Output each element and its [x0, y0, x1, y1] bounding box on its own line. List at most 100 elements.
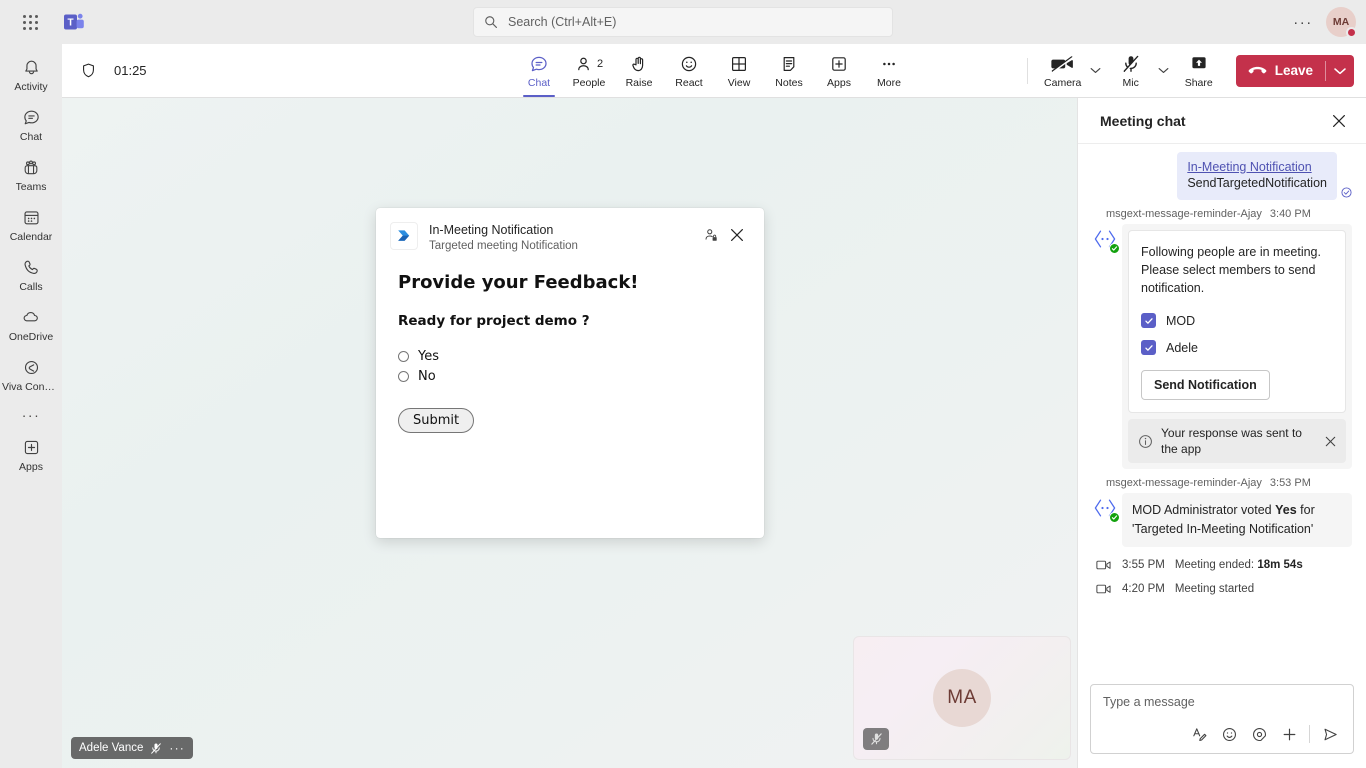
radio-button[interactable] [398, 370, 409, 382]
chat-panel-header: Meeting chat [1078, 98, 1366, 144]
radio-option-no[interactable]: No [398, 366, 742, 386]
plus-box-icon [829, 53, 849, 75]
meeting-timer: 01:25 [114, 63, 147, 78]
meeting-control-react[interactable]: React [664, 45, 714, 97]
sidebar-item-apps[interactable]: Apps [2, 430, 60, 477]
system-time: 3:55 PM [1122, 559, 1165, 571]
emoji-icon[interactable] [1216, 721, 1242, 747]
dialog-app-meta: In-Meeting Notification Targeted meeting… [429, 222, 698, 254]
adaptive-card-content: Following people are in meeting. Please … [1128, 230, 1346, 413]
close-icon[interactable] [1326, 108, 1352, 134]
toast-text: Your response was sent to the app [1161, 426, 1302, 456]
plus-icon[interactable] [1276, 721, 1302, 747]
camera-chevron-down-icon[interactable] [1088, 51, 1104, 91]
meeting-controls: Chat 2 People Raise React View Notes App… [514, 45, 914, 97]
leave-label: Leave [1274, 63, 1313, 78]
meeting-toolbar-right: Camera Mic Share Leave [1019, 45, 1354, 97]
checkbox-adele[interactable]: Adele [1141, 340, 1333, 355]
meeting-stage: Adele Vance ··· MA In-Meeting Notificati… [62, 98, 1078, 768]
bell-icon [22, 56, 41, 78]
send-icon[interactable] [1317, 721, 1343, 747]
message-input-placeholder[interactable]: Type a message [1103, 695, 1343, 709]
app-launcher-button[interactable] [10, 2, 50, 42]
mic-toggle-button[interactable]: Mic [1106, 45, 1156, 97]
chat-composer-area: Type a message [1078, 676, 1366, 768]
dialog-app-subtitle: Targeted meeting Notification [429, 240, 578, 252]
control-label: More [877, 76, 901, 89]
card-text: Following people are in meeting. Please … [1141, 245, 1321, 295]
radio-option-yes[interactable]: Yes [398, 346, 742, 366]
camera-toggle-button[interactable]: Camera [1038, 45, 1088, 97]
meeting-control-chat[interactable]: Chat [514, 45, 564, 97]
sticker-icon[interactable] [1246, 721, 1272, 747]
participant-video-tile[interactable]: MA [853, 636, 1071, 760]
top-more-button[interactable]: ··· [1288, 7, 1318, 37]
sidebar-label: Calls [19, 281, 43, 293]
avatar-initials: MA [947, 687, 977, 708]
shield-icon[interactable] [76, 59, 100, 83]
app-icon [390, 222, 418, 250]
close-icon[interactable] [724, 222, 750, 248]
leave-main-action[interactable]: Leave [1236, 55, 1325, 87]
search-container: Search (Ctrl+Alt+E) [473, 7, 893, 37]
mic-off-icon [1121, 53, 1141, 75]
sidebar-label: Calendar [9, 231, 53, 243]
speaker-more-button[interactable]: ··· [169, 741, 185, 755]
composer-toolbar [1103, 721, 1343, 747]
meeting-control-apps[interactable]: Apps [814, 45, 864, 97]
checkbox-checked-icon[interactable] [1141, 313, 1156, 328]
control-label: Camera [1044, 76, 1082, 89]
sidebar-item-calls[interactable]: Calls [2, 250, 60, 297]
user-avatar[interactable]: MA [1326, 7, 1357, 38]
sidebar-item-chat[interactable]: Chat [2, 100, 60, 147]
message-bubble: In-Meeting Notification SendTargetedNoti… [1177, 152, 1337, 200]
close-icon[interactable] [1320, 431, 1340, 451]
app-permissions-button[interactable] [698, 222, 724, 248]
message-link[interactable]: In-Meeting Notification [1187, 160, 1327, 174]
send-notification-button[interactable]: Send Notification [1141, 370, 1270, 400]
response-toast: Your response was sent to the app [1128, 419, 1346, 463]
camera-off-icon [1051, 53, 1075, 75]
plus-box-icon [22, 436, 41, 458]
checkbox-checked-icon[interactable] [1141, 340, 1156, 355]
meeting-control-more[interactable]: More [864, 45, 914, 97]
message-meta: msgext-message-reminder-Ajay 3:53 PM [1106, 477, 1352, 489]
checkbox-mod[interactable]: MOD [1141, 313, 1333, 328]
chat-message-outgoing: In-Meeting Notification SendTargetedNoti… [1092, 152, 1352, 200]
radio-button[interactable] [398, 350, 409, 362]
leave-meeting-button[interactable]: Leave [1235, 54, 1354, 87]
meeting-control-view[interactable]: View [714, 45, 764, 97]
format-icon[interactable] [1186, 721, 1212, 747]
active-speaker-pill[interactable]: Adele Vance ··· [71, 737, 193, 759]
meeting-control-people[interactable]: 2 People [564, 45, 614, 97]
sidebar-item-calendar[interactable]: Calendar [2, 200, 60, 247]
submit-button[interactable]: Submit [398, 408, 475, 433]
chat-message-incoming: MOD Administrator voted Yes for 'Targete… [1092, 493, 1352, 547]
sidebar-item-viva-connections[interactable]: Viva Conne… [2, 350, 60, 397]
emoji-icon [679, 53, 699, 75]
control-label: Chat [527, 76, 551, 89]
bot-avatar [1092, 495, 1120, 523]
active-tab-indicator [523, 94, 555, 97]
cloud-icon [21, 306, 41, 328]
calendar-icon [22, 206, 41, 228]
video-icon [1096, 583, 1112, 595]
sidebar-item-onedrive[interactable]: OneDrive [2, 300, 60, 347]
avatar: MA [933, 669, 991, 727]
sidebar-item-teams[interactable]: Teams [2, 150, 60, 197]
leave-chevron-down-icon[interactable] [1326, 55, 1354, 87]
mic-control-group: Mic [1106, 45, 1172, 97]
dialog-body: Provide your Feedback! Ready for project… [376, 254, 764, 433]
mic-chevron-down-icon[interactable] [1156, 51, 1172, 91]
chat-messages-list[interactable]: In-Meeting Notification SendTargetedNoti… [1078, 144, 1366, 676]
presence-badge-available [1109, 512, 1120, 523]
sidebar-item-activity[interactable]: Activity [2, 50, 60, 97]
message-composer[interactable]: Type a message [1090, 684, 1354, 754]
checkbox-label: MOD [1166, 313, 1196, 328]
meeting-control-raise-hand[interactable]: Raise [614, 45, 664, 97]
search-input[interactable]: Search (Ctrl+Alt+E) [473, 7, 893, 37]
share-button[interactable]: Share [1174, 45, 1224, 97]
sidebar-more-button[interactable]: ··· [2, 400, 60, 430]
sidebar-label: OneDrive [8, 331, 54, 343]
meeting-control-notes[interactable]: Notes [764, 45, 814, 97]
